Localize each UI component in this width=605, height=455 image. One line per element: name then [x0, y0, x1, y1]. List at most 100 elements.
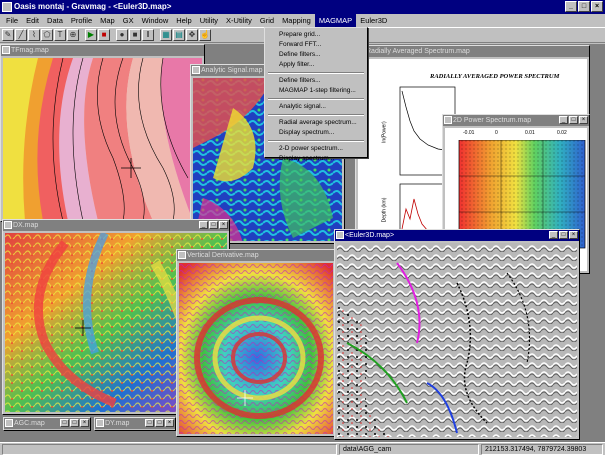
window-maximize-button[interactable]: □ — [569, 116, 578, 124]
menu-prepare-grid[interactable]: Prepare grid... — [265, 30, 367, 40]
window-title-bar[interactable]: DY.map □ □ × — [95, 418, 175, 429]
menu-utility[interactable]: Utility — [196, 14, 222, 27]
vertical-derivative-map-canvas[interactable] — [179, 263, 333, 434]
menu-apply-filter[interactable]: Apply filter... — [265, 60, 367, 70]
map-icon — [4, 221, 12, 229]
window-title-bar[interactable]: Radially Averaged Spectrum.map — [356, 46, 589, 57]
play-icon[interactable]: ▶ — [85, 29, 97, 41]
polyline-icon[interactable]: ⌇ — [28, 29, 40, 41]
ylabel-depth: Depth (km) — [381, 197, 388, 223]
menu-radial-average-spectrum[interactable]: Radial average spectrum... — [265, 118, 367, 128]
window-title-bar[interactable]: 2D Power Spectrum.map _ □ × — [443, 115, 589, 126]
menu-map[interactable]: Map — [96, 14, 119, 27]
grid-view-icon[interactable]: ▦ — [160, 29, 172, 41]
map-icon — [192, 66, 200, 74]
app-title: Oasis montaj - Gravmag - <Euler3D.map> — [14, 2, 172, 11]
status-message — [2, 444, 337, 455]
polygon-icon[interactable]: ⬠ — [41, 29, 53, 41]
window-minimize-button[interactable]: _ — [199, 221, 208, 229]
menu-define-filters-2[interactable]: Define filters... — [265, 76, 367, 86]
x-tick: 0.02 — [557, 130, 567, 136]
zoom-icon[interactable]: ⊕ — [67, 29, 79, 41]
line-icon[interactable]: ╱ — [15, 29, 27, 41]
menu-file[interactable]: File — [2, 14, 22, 27]
move-icon[interactable]: ✥ — [186, 29, 198, 41]
window-title: DX.map — [13, 222, 39, 229]
pencil-icon[interactable]: ✎ — [2, 29, 14, 41]
close-button[interactable]: × — [591, 1, 603, 12]
menu-separator — [268, 140, 364, 142]
euler3d-map-canvas[interactable] — [337, 243, 577, 437]
menu-data[interactable]: Data — [43, 14, 67, 27]
text-icon[interactable]: T — [54, 29, 66, 41]
window-title-bar[interactable]: Vertical Derivative.map — [177, 250, 335, 261]
menu-analytic-signal[interactable]: Analytic signal... — [265, 102, 367, 112]
window-title-bar[interactable]: <Euler3D.map> _ □ × — [335, 230, 579, 241]
window-restore-button[interactable]: □ — [60, 419, 69, 427]
map-icon — [336, 231, 344, 239]
menu-mapping[interactable]: Mapping — [278, 14, 315, 27]
menu-magmap[interactable]: MAGMAP — [314, 14, 357, 27]
menu-separator — [268, 98, 364, 100]
map-icon — [444, 116, 452, 124]
ylabel-power: ln(Power) — [381, 121, 388, 143]
window-restore-button[interactable]: □ — [145, 419, 154, 427]
minimized-window-dy[interactable]: DY.map □ □ × — [94, 417, 176, 431]
menu-edit[interactable]: Edit — [22, 14, 43, 27]
window-maximize-button[interactable]: □ — [209, 221, 218, 229]
app-title-bar: Oasis montaj - Gravmag - <Euler3D.map> _… — [0, 0, 605, 14]
window-minimize-button[interactable]: _ — [559, 116, 568, 124]
menu-forward-fft[interactable]: Forward FFT... — [265, 40, 367, 50]
menu-euler3d[interactable]: Euler3D — [356, 14, 391, 27]
window-close-button[interactable]: × — [219, 221, 228, 229]
menu-grid[interactable]: Grid — [256, 14, 278, 27]
status-path: data\AGG_cam — [339, 444, 479, 455]
window-title: Radially Averaged Spectrum.map — [366, 48, 470, 55]
window-minimize-button[interactable]: _ — [549, 231, 558, 239]
hand-icon[interactable]: ☝ — [199, 29, 211, 41]
window-title: AGC.map — [14, 420, 45, 427]
window-title-bar[interactable]: DX.map _ □ × — [3, 220, 229, 231]
window-tfmag[interactable]: TFmag.map — [0, 44, 205, 222]
window-maximize-button[interactable]: □ — [155, 419, 164, 427]
map-icon — [178, 251, 186, 259]
window-vertical-derivative[interactable]: Vertical Derivative.map — [176, 249, 336, 437]
window-title-bar[interactable]: AGC.map □ □ × — [4, 418, 90, 429]
window-title-bar[interactable]: TFmag.map — [1, 45, 204, 56]
menu-define-filters[interactable]: Define filters... — [265, 50, 367, 60]
window-maximize-button[interactable]: □ — [559, 231, 568, 239]
menu-2d-power-spectrum[interactable]: 2-D power spectrum... — [265, 144, 367, 154]
map-icon — [96, 419, 104, 427]
window-title: <Euler3D.map> — [345, 232, 395, 239]
window-close-button[interactable]: × — [80, 419, 89, 427]
menu-separator — [268, 72, 364, 74]
window-title: 2D Power Spectrum.map — [453, 117, 532, 124]
stop-icon[interactable]: ■ — [98, 29, 110, 41]
menu-magmap-1-step[interactable]: MAGMAP 1-step filtering... — [265, 86, 367, 96]
window-title: Vertical Derivative.map — [187, 252, 259, 259]
x-tick: 0 — [495, 130, 498, 136]
menu-bar: File Edit Data Profile Map GX Window Hel… — [0, 14, 605, 27]
pause-icon[interactable]: ‖ — [142, 29, 154, 41]
minimized-window-agc[interactable]: AGC.map □ □ × — [3, 417, 91, 431]
menu-gx[interactable]: GX — [119, 14, 138, 27]
window-title: TFmag.map — [11, 47, 49, 54]
menu-help[interactable]: Help — [172, 14, 195, 27]
window-maximize-button[interactable]: □ — [70, 419, 79, 427]
tfmag-map-canvas[interactable] — [3, 58, 202, 219]
window-close-button[interactable]: × — [165, 419, 174, 427]
map-view-icon[interactable]: ▤ — [173, 29, 185, 41]
menu-x-utility[interactable]: X-Utility — [222, 14, 256, 27]
menu-window[interactable]: Window — [138, 14, 173, 27]
app-icon[interactable] — [2, 2, 12, 12]
record-stop-icon[interactable]: ■ — [129, 29, 141, 41]
window-euler3d[interactable]: <Euler3D.map> _ □ × — [334, 229, 580, 440]
menu-display-spectrum[interactable]: Display spectrum... — [265, 128, 367, 138]
record-icon[interactable]: ● — [116, 29, 128, 41]
window-close-button[interactable]: × — [569, 231, 578, 239]
minimize-button[interactable]: _ — [565, 1, 577, 12]
menu-display-spectrum-2[interactable]: Display spectrum... — [265, 154, 367, 164]
menu-profile[interactable]: Profile — [67, 14, 96, 27]
window-close-button[interactable]: × — [579, 116, 588, 124]
maximize-button[interactable]: □ — [578, 1, 590, 12]
